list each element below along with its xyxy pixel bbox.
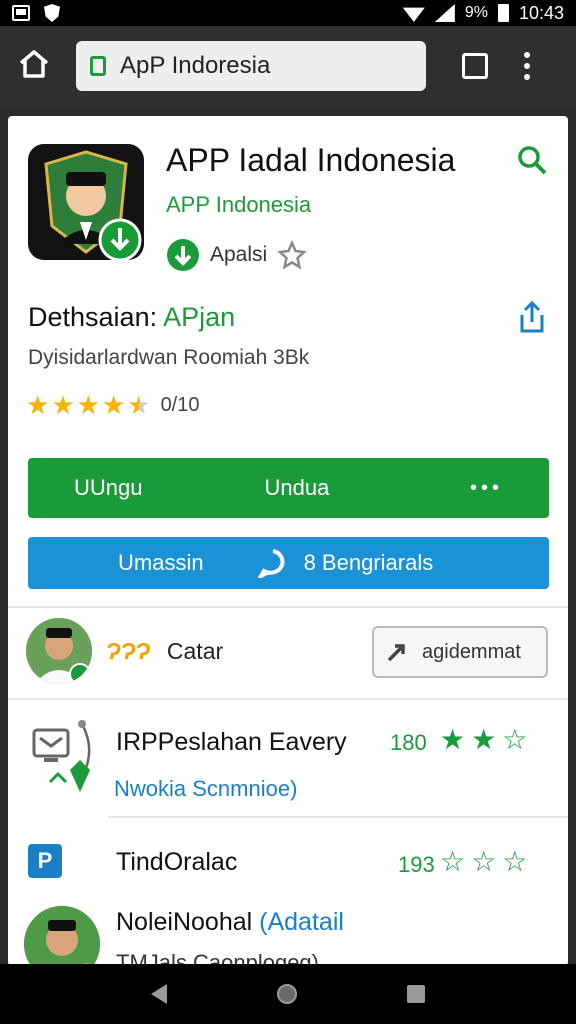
address-bar[interactable]: ApP Indoresia	[76, 41, 426, 91]
star-outline-icon: ☆	[440, 846, 466, 877]
detail-prefix: Dethsaian:	[28, 302, 158, 332]
green-button-2[interactable]: Undua	[264, 475, 329, 501]
home-icon[interactable]	[18, 49, 50, 84]
back-icon[interactable]	[151, 984, 167, 1004]
app-title: APP Iadal Indonesia	[166, 142, 456, 178]
blue-button-1[interactable]: Umassin	[118, 550, 204, 576]
system-nav-bar	[0, 964, 576, 1024]
app-type-row: Apalsi	[166, 238, 308, 272]
status-time: 10:43	[518, 2, 564, 23]
secondary-button-bar[interactable]: Umassin 8 Bengriarals	[28, 537, 549, 589]
list-item-avatar[interactable]	[24, 906, 100, 966]
half-star-icon: ★	[127, 390, 151, 420]
list-item-stars: ☆ ☆ ☆	[440, 848, 527, 876]
browser-toolbar: ApP Indoresia	[0, 26, 576, 106]
monitor-download-icon	[30, 716, 102, 803]
p-app-icon: P	[28, 844, 62, 878]
rating-count: 0/10	[160, 393, 200, 416]
app-detail-card: APP Iadal Indonesia APP Indonesia Apalsi…	[8, 116, 568, 966]
star-icon: ★	[440, 724, 466, 755]
menu-icon[interactable]	[524, 52, 530, 80]
rating-row: ★ ★ ★ ★ ★ 0/10	[26, 392, 200, 418]
list-item-title[interactable]: NoleiNoohal (Adatail	[116, 908, 344, 937]
star-outline-icon: ☆	[502, 846, 528, 877]
app-logo	[28, 144, 144, 260]
arrow-icon	[387, 644, 405, 662]
download-badge-icon	[167, 239, 199, 271]
install-button-bar[interactable]: UUngu Undua •••	[28, 458, 549, 518]
divider	[8, 606, 568, 608]
app-type-label: Apalsi	[210, 243, 268, 266]
blue-button-2[interactable]: 8 Bengriarals	[304, 550, 434, 576]
share-icon[interactable]	[516, 300, 548, 339]
list-item-title-main: NoleiNoohal	[116, 908, 253, 936]
status-bar: 9% 10:43	[0, 0, 576, 26]
list-item-score: 193	[398, 852, 435, 877]
more-options-button[interactable]: •••	[470, 477, 503, 500]
list-item-score: 180	[390, 730, 427, 755]
shield-icon	[44, 4, 60, 22]
search-icon[interactable]	[516, 144, 548, 181]
list-item-title[interactable]: TindOralac	[116, 848, 237, 877]
add-button-label: agidemmat	[422, 640, 521, 663]
tabs-icon[interactable]	[462, 53, 488, 79]
divider	[108, 816, 568, 818]
detail-accent: APjan	[163, 302, 236, 332]
wishlist-icon[interactable]	[277, 240, 308, 270]
lock-icon	[90, 56, 106, 76]
list-item-subtitle[interactable]: Nwokia Scnmnioe)	[114, 776, 297, 802]
list-item-title-accent: (Adatail	[259, 908, 344, 936]
add-button[interactable]: agidemmat	[372, 626, 548, 678]
battery-icon	[497, 4, 509, 22]
home-nav-icon[interactable]	[277, 984, 297, 1004]
green-button-1[interactable]: UUngu	[74, 475, 142, 501]
signal-icon	[434, 4, 455, 22]
star-outline-icon: ☆	[502, 724, 528, 755]
user-tag: ɁɁɁ	[106, 638, 151, 664]
app-size-info: Dyisidarlardwan Roomiah 3Bk	[28, 346, 310, 369]
list-item-stars: ★ ★ ☆	[440, 726, 527, 754]
user-avatar[interactable]	[26, 618, 92, 684]
star-icon: ★	[26, 390, 50, 420]
developer-link[interactable]: APP Indonesia	[166, 192, 311, 218]
notification-icon	[12, 5, 30, 21]
recents-icon[interactable]	[407, 985, 425, 1003]
user-row-text: ɁɁɁ Catar	[106, 638, 223, 665]
star-icon: ★	[76, 390, 100, 420]
star-icon: ★	[471, 724, 497, 755]
divider	[8, 698, 568, 700]
user-label: Catar	[166, 638, 224, 664]
star-icon: ★	[51, 390, 75, 420]
star-outline-icon: ☆	[471, 846, 497, 877]
url-text: ApP Indoresia	[120, 52, 271, 79]
detail-heading: Dethsaian: APjan	[28, 302, 235, 333]
wifi-icon	[402, 7, 425, 22]
list-item-title[interactable]: IRPPeslahan Eavery	[116, 728, 347, 757]
star-icon: ★	[101, 390, 126, 420]
chat-bubble-icon	[257, 549, 285, 578]
battery-percent: 9%	[464, 4, 488, 21]
